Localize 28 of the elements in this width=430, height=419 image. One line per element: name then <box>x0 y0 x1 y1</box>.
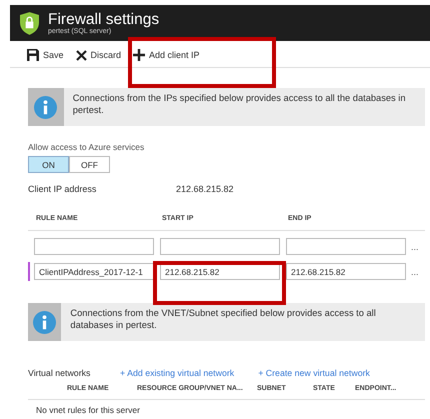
input-field[interactable]: ClientIPAddress_2017-12-1 <box>34 263 154 280</box>
add-link[interactable]: + Create new virtual network <box>258 368 370 378</box>
info-message: Connections from the VNET/Subnet specified below provides access to all databases in pertest. <box>69 307 377 332</box>
field-label: Client IP address <box>28 184 98 194</box>
info-message: Connections from the IPs specified below provides access to all the databases in pertest. <box>72 92 407 117</box>
add-link[interactable]: + Add existing virtual network <box>120 368 234 378</box>
add-client-ip-button[interactable]: Add client IP <box>133 48 200 62</box>
input-field[interactable]: 212.68.215.82 <box>286 263 406 280</box>
more-options[interactable]: ... <box>411 266 419 276</box>
empty-message: No vnet rules for this server <box>36 405 141 415</box>
more-options[interactable]: ... <box>411 242 419 252</box>
shield-lock-icon <box>20 12 39 34</box>
info-icon <box>33 310 56 334</box>
input-field[interactable] <box>286 238 406 255</box>
discard-button[interactable]: Discard <box>76 48 122 62</box>
info-icon <box>34 96 58 118</box>
close-icon <box>76 50 87 60</box>
plus-icon <box>133 49 146 61</box>
toggle-option[interactable]: ON <box>28 156 69 173</box>
blade-title: Firewall settings <box>48 11 160 28</box>
save-icon <box>27 49 39 61</box>
input-field[interactable] <box>160 238 280 255</box>
input-field[interactable] <box>34 238 154 255</box>
field-label: Allow access to Azure services <box>28 142 146 152</box>
section-label: Virtual networks <box>28 368 92 378</box>
toggle-option[interactable]: OFF <box>69 156 110 173</box>
client-ip-value: 212.68.215.82 <box>176 184 234 194</box>
save-button[interactable]: Save <box>27 48 64 62</box>
